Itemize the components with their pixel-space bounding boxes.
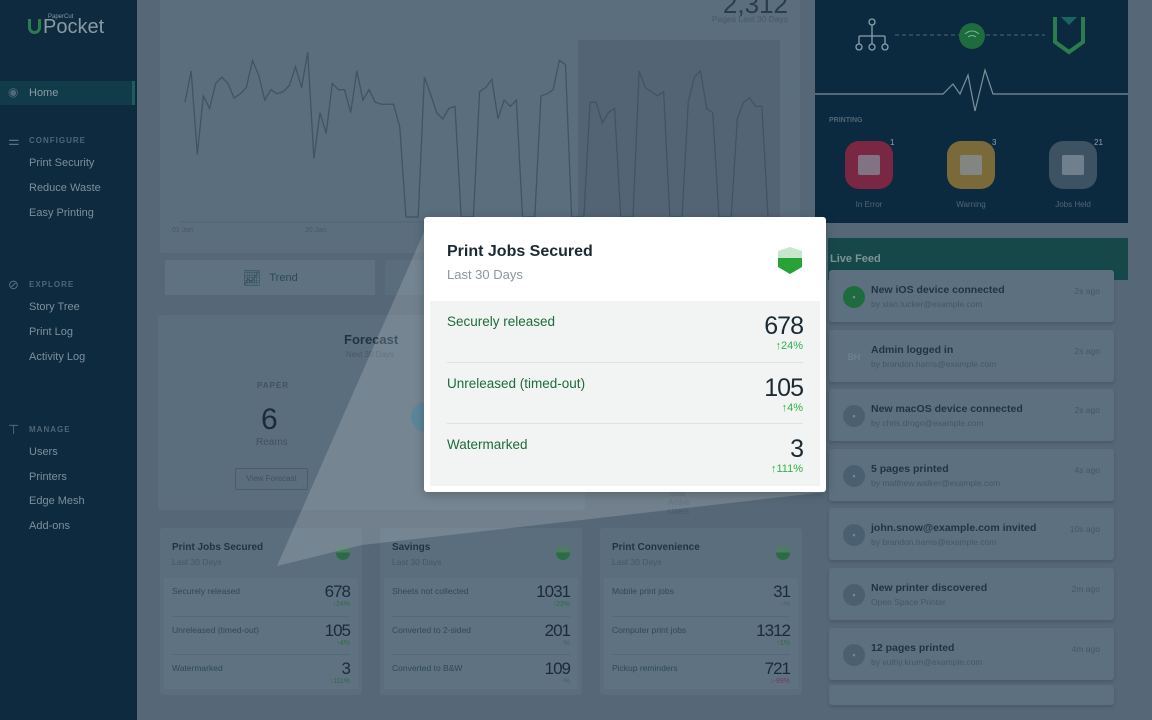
stat-row: Securely released 678 ↑24% <box>447 301 804 363</box>
stat-row: Unreleased (timed-out) 105 ↑4% <box>447 363 804 424</box>
change-indicator: ↑4% <box>781 401 803 414</box>
stat-row: Watermarked 3 ↑111% <box>447 435 804 475</box>
change-indicator: ↑24% <box>775 340 803 352</box>
shield-icon <box>778 247 802 274</box>
change-indicator: ↑111% <box>770 463 803 475</box>
print-jobs-secured-popup: Print Jobs Secured Last 30 Days Securely… <box>424 217 826 492</box>
